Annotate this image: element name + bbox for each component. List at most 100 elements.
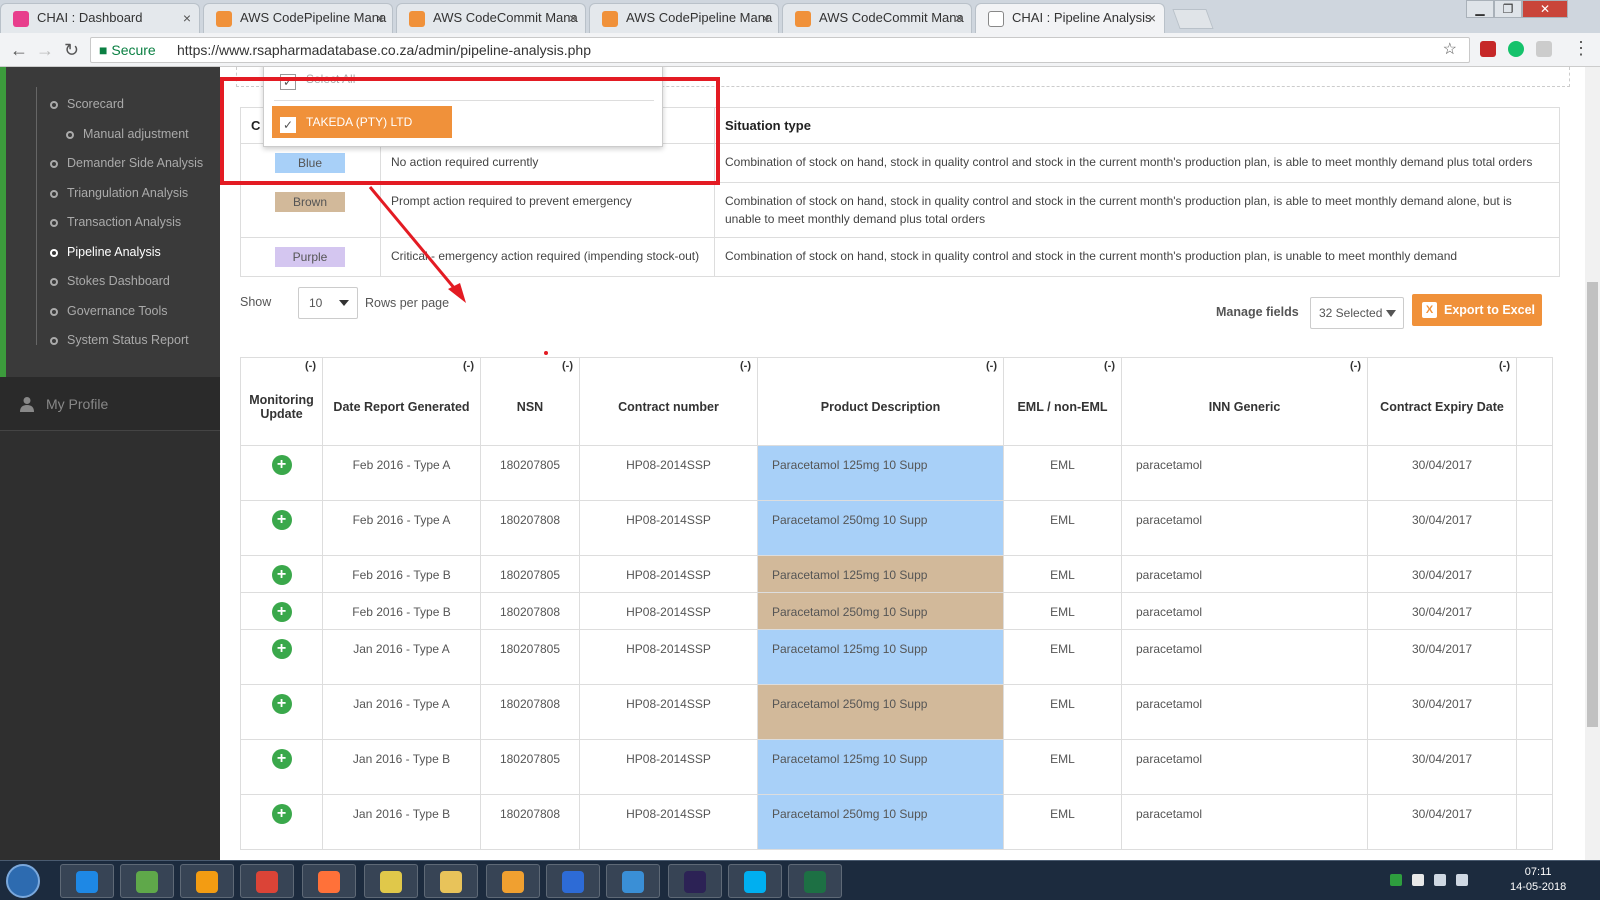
reload-icon[interactable]: ↻ <box>64 40 79 61</box>
column-header-contract-number[interactable]: (-) Contract number <box>579 357 758 446</box>
add-circle-icon[interactable]: + <box>271 510 292 530</box>
tab-close-icon[interactable]: × <box>762 4 770 32</box>
cell-date: Jan 2016 - Type B <box>322 794 481 850</box>
sidebar-item-transaction-analysis[interactable]: Transaction Analysis <box>50 215 181 229</box>
sidebar-item-governance-tools[interactable]: Governance Tools <box>50 304 168 318</box>
tab-close-icon[interactable]: × <box>183 4 191 32</box>
column-header-monitoring-update[interactable]: (-) Monitoring Update <box>240 357 323 446</box>
extension-red-icon[interactable] <box>1480 41 1496 57</box>
add-circle-icon[interactable]: + <box>271 749 292 769</box>
taskbar-app[interactable] <box>606 864 660 898</box>
column-header-product-description[interactable]: (-) Product Description <box>757 357 1004 446</box>
sidebar-item-pipeline-analysis[interactable]: Pipeline Analysis <box>50 245 161 259</box>
cell-product: Paracetamol 250mg 10 Supp <box>757 500 1004 556</box>
url-input[interactable]: ■ Secure https://www.rsapharmadatabase.c… <box>90 37 1470 63</box>
sidebar-item-label: Pipeline Analysis <box>67 244 161 259</box>
tray-green-icon[interactable] <box>1390 874 1402 886</box>
add-circle-icon[interactable]: + <box>271 639 292 659</box>
tray-flag-icon[interactable] <box>1412 874 1424 886</box>
start-button[interactable] <box>6 864 40 898</box>
cell-expiry: 30/04/2017 <box>1367 794 1517 850</box>
minimize-button[interactable]: ▁ <box>1466 0 1494 18</box>
add-circle-icon[interactable]: + <box>271 694 292 714</box>
sidebar-item-triangulation-analysis[interactable]: Triangulation Analysis <box>50 186 188 200</box>
extension-gray-icon[interactable] <box>1536 41 1552 57</box>
column-header-contract-expiry-date[interactable]: (-) Contract Expiry Date <box>1367 357 1517 446</box>
forward-icon[interactable]: → <box>36 40 54 61</box>
sidebar-item-my-profile[interactable]: My Profile <box>0 377 220 431</box>
taskbar-app[interactable] <box>180 864 234 898</box>
menu-icon[interactable]: ⋮ <box>1572 38 1590 59</box>
cell-inn: paracetamol <box>1121 500 1368 556</box>
column-toggle[interactable]: (-) <box>1350 360 1361 372</box>
column-toggle[interactable]: (-) <box>305 360 316 372</box>
tab-close-icon[interactable]: × <box>1148 4 1156 32</box>
add-circle-icon[interactable]: + <box>271 602 292 622</box>
browser-tab-6[interactable]: CHAI : Pipeline Analysis × <box>975 3 1165 33</box>
taskbar-app[interactable] <box>728 864 782 898</box>
browser-tab-2[interactable]: AWS CodePipeline Mana × <box>203 3 393 33</box>
column-toggle[interactable]: (-) <box>1104 360 1115 372</box>
new-tab-button[interactable] <box>1172 9 1214 29</box>
taskbar-app[interactable] <box>788 864 842 898</box>
column-header-eml-non-eml[interactable]: (-) EML / non-EML <box>1003 357 1122 446</box>
cell-overflow <box>1516 739 1553 795</box>
page-scrollbar[interactable] <box>1585 67 1600 860</box>
manage-fields-value: 32 Selected <box>1319 306 1383 320</box>
table-row: + Feb 2016 - Type A 180207808 HP08-2014SSP P… <box>240 500 1553 556</box>
column-toggle[interactable]: (-) <box>562 360 573 372</box>
tab-close-icon[interactable]: × <box>955 4 963 32</box>
tray-volume-icon[interactable] <box>1456 874 1468 886</box>
sidebar-item-stokes-dashboard[interactable]: Stokes Dashboard <box>50 274 170 288</box>
cell-overflow <box>1516 629 1553 685</box>
sidebar-item-label: Governance Tools <box>67 303 168 318</box>
tab-close-icon[interactable]: × <box>376 4 384 32</box>
browser-tab-4[interactable]: AWS CodePipeline Mana × <box>589 3 779 33</box>
taskbar-clock[interactable]: 07:11 14-05-2018 <box>1510 865 1566 895</box>
sidebar-item-manual-adjustment[interactable]: Manual adjustment <box>66 127 189 141</box>
taskbar-app[interactable] <box>240 864 294 898</box>
add-circle-icon[interactable]: + <box>271 565 292 585</box>
manage-fields-select[interactable]: 32 Selected <box>1310 297 1404 329</box>
browser-tab-1[interactable]: CHAI : Dashboard × <box>0 3 200 33</box>
taskbar-app[interactable] <box>486 864 540 898</box>
back-icon[interactable]: ← <box>10 40 28 61</box>
column-toggle[interactable]: (-) <box>740 360 751 372</box>
browser-tab-3[interactable]: AWS CodeCommit Mana × <box>396 3 586 33</box>
maximize-button[interactable]: ❐ <box>1494 0 1522 18</box>
add-circle-icon[interactable]: + <box>271 804 292 824</box>
bookmark-star-icon[interactable]: ☆ <box>1443 38 1457 62</box>
taskbar-app[interactable] <box>424 864 478 898</box>
column-header-nsn[interactable]: (-) NSN <box>480 357 580 446</box>
browser-tab-5[interactable]: AWS CodeCommit Mana × <box>782 3 972 33</box>
taskbar-app[interactable] <box>120 864 174 898</box>
taskbar-app[interactable] <box>546 864 600 898</box>
scrollbar-thumb[interactable] <box>1587 282 1598 727</box>
sidebar-item-system-status-report[interactable]: System Status Report <box>50 333 189 347</box>
window-close-button[interactable]: ✕ <box>1522 0 1568 18</box>
cell-inn: paracetamol <box>1121 684 1368 740</box>
chevron-down-icon <box>339 300 349 306</box>
taskbar-app[interactable] <box>364 864 418 898</box>
grammarly-icon[interactable] <box>1508 41 1524 57</box>
column-header-inn-generic[interactable]: (-) INN Generic <box>1121 357 1368 446</box>
media-icon <box>196 871 218 893</box>
cell-product: Paracetamol 250mg 10 Supp <box>757 794 1004 850</box>
column-toggle[interactable]: (-) <box>1499 360 1510 372</box>
cell-nsn: 180207805 <box>480 445 580 501</box>
export-to-excel-button[interactable]: X Export to Excel <box>1412 294 1542 326</box>
sidebar-item-demander-side-analysis[interactable]: Demander Side Analysis <box>50 156 203 170</box>
add-circle-icon[interactable]: + <box>271 455 292 475</box>
column-header-date-report-generated[interactable]: (-) Date Report Generated <box>322 357 481 446</box>
taskbar-app[interactable] <box>60 864 114 898</box>
circle-bullet-icon <box>50 160 58 168</box>
cell-nsn: 180207808 <box>480 684 580 740</box>
taskbar-app[interactable] <box>302 864 356 898</box>
rows-per-page-select[interactable]: 10 <box>298 287 358 319</box>
tray-network-icon[interactable] <box>1434 874 1446 886</box>
tab-close-icon[interactable]: × <box>569 4 577 32</box>
column-toggle[interactable]: (-) <box>463 360 474 372</box>
column-toggle[interactable]: (-) <box>986 360 997 372</box>
sidebar-item-scorecard[interactable]: Scorecard <box>50 97 124 111</box>
taskbar-app[interactable] <box>668 864 722 898</box>
